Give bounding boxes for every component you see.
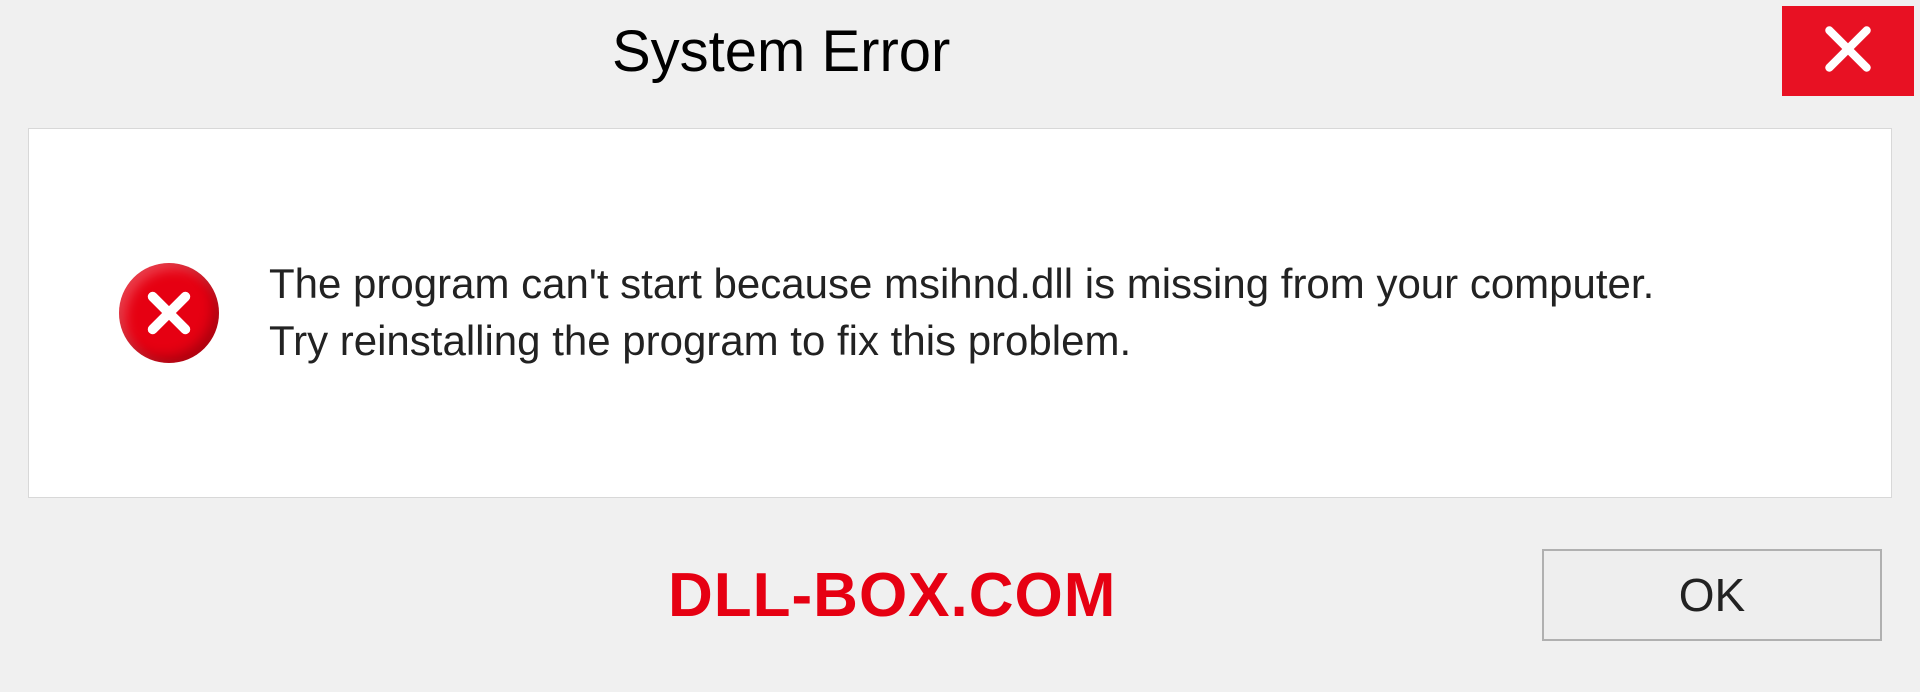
dialog-title: System Error [612,18,950,85]
close-button[interactable] [1782,6,1914,96]
error-icon [119,263,219,363]
ok-button[interactable]: OK [1542,549,1882,641]
footer: DLL-BOX.COM OK [0,540,1920,650]
close-icon [1820,21,1876,82]
message-block: The program can't start because msihnd.d… [269,256,1851,369]
message-line-2: Try reinstalling the program to fix this… [269,313,1851,370]
content-panel: The program can't start because msihnd.d… [28,128,1892,498]
ok-button-label: OK [1679,568,1745,622]
error-dialog-window: System Error The program can't start bec… [0,0,1920,692]
message-line-1: The program can't start because msihnd.d… [269,256,1851,313]
title-bar: System Error [0,0,1920,100]
watermark-text: DLL-BOX.COM [668,560,1116,631]
